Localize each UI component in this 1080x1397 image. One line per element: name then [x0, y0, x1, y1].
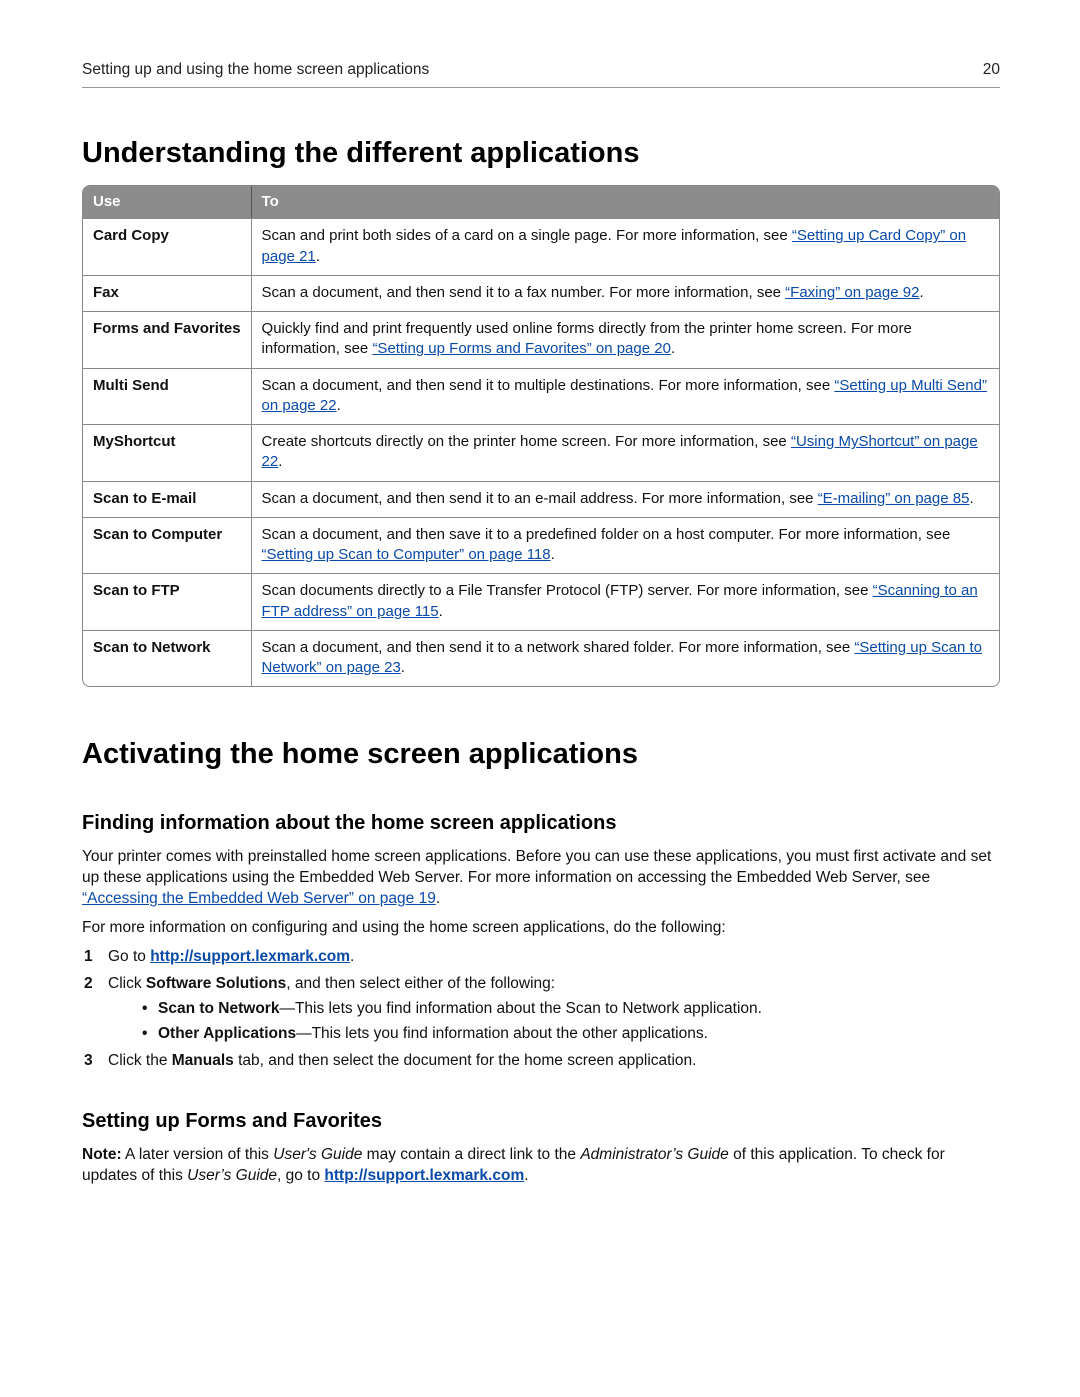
- body-text: A later version of this: [122, 1146, 274, 1163]
- applications-table: Use To Card Copy Scan and print both sid…: [82, 185, 1000, 687]
- steps-list: 1 Go to http://support.lexmark.com. 2 Cl…: [82, 947, 1000, 1072]
- step-text: Go to: [108, 948, 150, 965]
- bullet-scan-to-network: Scan to Network—This lets you find infor…: [142, 999, 1000, 1020]
- finding-paragraph-1: Your printer comes with preinstalled hom…: [82, 847, 1000, 910]
- table-row: Scan to E-mail Scan a document, and then…: [83, 481, 999, 517]
- use-cell: MyShortcut: [83, 424, 252, 481]
- table-row: Scan to FTP Scan documents directly to a…: [83, 573, 999, 630]
- use-cell: Fax: [83, 275, 252, 311]
- running-header: Setting up and using the home screen app…: [82, 60, 1000, 88]
- desc-text: Create shortcuts directly on the printer…: [262, 433, 791, 450]
- desc-cell: Scan and print both sides of a card on a…: [252, 218, 999, 275]
- desc-text: Scan a document, and then send it to a n…: [262, 639, 855, 656]
- setup-note: Note: A later version of this User's Gui…: [82, 1145, 1000, 1187]
- note-label: Note:: [82, 1146, 122, 1163]
- body-text: may contain a direct link to the: [362, 1146, 580, 1163]
- step-number: 1: [84, 947, 93, 968]
- step-2: 2 Click Software Solutions, and then sel…: [102, 974, 1000, 1045]
- desc-cell: Scan a document, and then send it to an …: [252, 481, 999, 517]
- step-bold: Manuals: [172, 1052, 234, 1069]
- desc-cell: Scan a document, and then save it to a p…: [252, 517, 999, 574]
- step-text: Click the: [108, 1052, 172, 1069]
- finding-paragraph-2: For more information on configuring and …: [82, 918, 1000, 939]
- italic-text: User’s Guide: [187, 1167, 277, 1184]
- step-3: 3 Click the Manuals tab, and then select…: [102, 1051, 1000, 1072]
- bullet-bold: Scan to Network: [158, 1000, 279, 1017]
- italic-text: Administrator’s Guide: [580, 1146, 728, 1163]
- table-row: Scan to Network Scan a document, and the…: [83, 630, 999, 687]
- body-text: , go to: [277, 1167, 324, 1184]
- col-use: Use: [83, 186, 252, 218]
- header-title: Setting up and using the home screen app…: [82, 60, 429, 81]
- header-page-number: 20: [983, 60, 1000, 81]
- step-text: .: [350, 948, 354, 965]
- use-cell: Scan to E-mail: [83, 481, 252, 517]
- external-link[interactable]: http://support.lexmark.com: [150, 948, 350, 965]
- use-cell: Forms and Favorites: [83, 311, 252, 368]
- table-row: Card Copy Scan and print both sides of a…: [83, 218, 999, 275]
- desc-text: Scan a document, and then send it to a f…: [262, 284, 786, 301]
- desc-text: .: [671, 340, 675, 357]
- italic-text: User's Guide: [273, 1146, 362, 1163]
- bullet-text: —This lets you find information about th…: [296, 1025, 708, 1042]
- bullet-other-applications: Other Applications—This lets you find in…: [142, 1024, 1000, 1045]
- table-row: MyShortcut Create shortcuts directly on …: [83, 424, 999, 481]
- desc-text: Scan a document, and then send it to an …: [262, 490, 818, 507]
- table-row: Scan to Computer Scan a document, and th…: [83, 517, 999, 574]
- ref-link[interactable]: “Setting up Scan to Computer” on page 11…: [262, 546, 551, 563]
- desc-text: Scan a document, and then send it to mul…: [262, 377, 835, 394]
- ref-link[interactable]: “E-mailing” on page 85: [818, 490, 970, 507]
- step-text: tab, and then select the document for th…: [234, 1052, 697, 1069]
- sub-bullets: Scan to Network—This lets you find infor…: [142, 999, 1000, 1045]
- desc-text: .: [337, 397, 341, 414]
- desc-cell: Scan a document, and then send it to a n…: [252, 630, 999, 687]
- body-text: .: [524, 1167, 528, 1184]
- ref-link[interactable]: “Accessing the Embedded Web Server” on p…: [82, 890, 436, 907]
- bullet-text: —This lets you find information about th…: [279, 1000, 761, 1017]
- heading-understanding-apps: Understanding the different applications: [82, 134, 1000, 173]
- desc-text: .: [439, 603, 443, 620]
- heading-setup-forms: Setting up Forms and Favorites: [82, 1108, 1000, 1135]
- desc-cell: Create shortcuts directly on the printer…: [252, 424, 999, 481]
- bullet-bold: Other Applications: [158, 1025, 296, 1042]
- body-text: .: [436, 890, 440, 907]
- col-to: To: [252, 186, 999, 218]
- table-row: Forms and Favorites Quickly find and pri…: [83, 311, 999, 368]
- desc-cell: Quickly find and print frequently used o…: [252, 311, 999, 368]
- use-cell: Card Copy: [83, 218, 252, 275]
- table-row: Fax Scan a document, and then send it to…: [83, 275, 999, 311]
- external-link[interactable]: http://support.lexmark.com: [324, 1167, 524, 1184]
- desc-text: .: [969, 490, 973, 507]
- desc-text: .: [551, 546, 555, 563]
- heading-activating-apps: Activating the home screen applications: [82, 735, 1000, 774]
- use-cell: Scan to Network: [83, 630, 252, 687]
- document-page: Setting up and using the home screen app…: [0, 0, 1080, 1397]
- table-row: Multi Send Scan a document, and then sen…: [83, 368, 999, 425]
- step-1: 1 Go to http://support.lexmark.com.: [102, 947, 1000, 968]
- step-number: 3: [84, 1051, 93, 1072]
- desc-text: .: [919, 284, 923, 301]
- body-text: Your printer comes with preinstalled hom…: [82, 848, 991, 886]
- use-cell: Scan to Computer: [83, 517, 252, 574]
- desc-cell: Scan documents directly to a File Transf…: [252, 573, 999, 630]
- heading-finding-info: Finding information about the home scree…: [82, 810, 1000, 837]
- step-bold: Software Solutions: [146, 975, 286, 992]
- desc-text: .: [401, 659, 405, 676]
- use-cell: Scan to FTP: [83, 573, 252, 630]
- desc-cell: Scan a document, and then send it to mul…: [252, 368, 999, 425]
- ref-link[interactable]: “Setting up Forms and Favorites” on page…: [372, 340, 671, 357]
- desc-text: .: [316, 248, 320, 265]
- ref-link[interactable]: “Faxing” on page 92: [785, 284, 919, 301]
- desc-text: Scan a document, and then save it to a p…: [262, 526, 951, 543]
- desc-text: .: [278, 453, 282, 470]
- use-cell: Multi Send: [83, 368, 252, 425]
- desc-cell: Scan a document, and then send it to a f…: [252, 275, 999, 311]
- desc-text: Scan and print both sides of a card on a…: [262, 227, 792, 244]
- step-number: 2: [84, 974, 93, 995]
- step-text: , and then select either of the followin…: [286, 975, 555, 992]
- step-text: Click: [108, 975, 146, 992]
- desc-text: Scan documents directly to a File Transf…: [262, 582, 873, 599]
